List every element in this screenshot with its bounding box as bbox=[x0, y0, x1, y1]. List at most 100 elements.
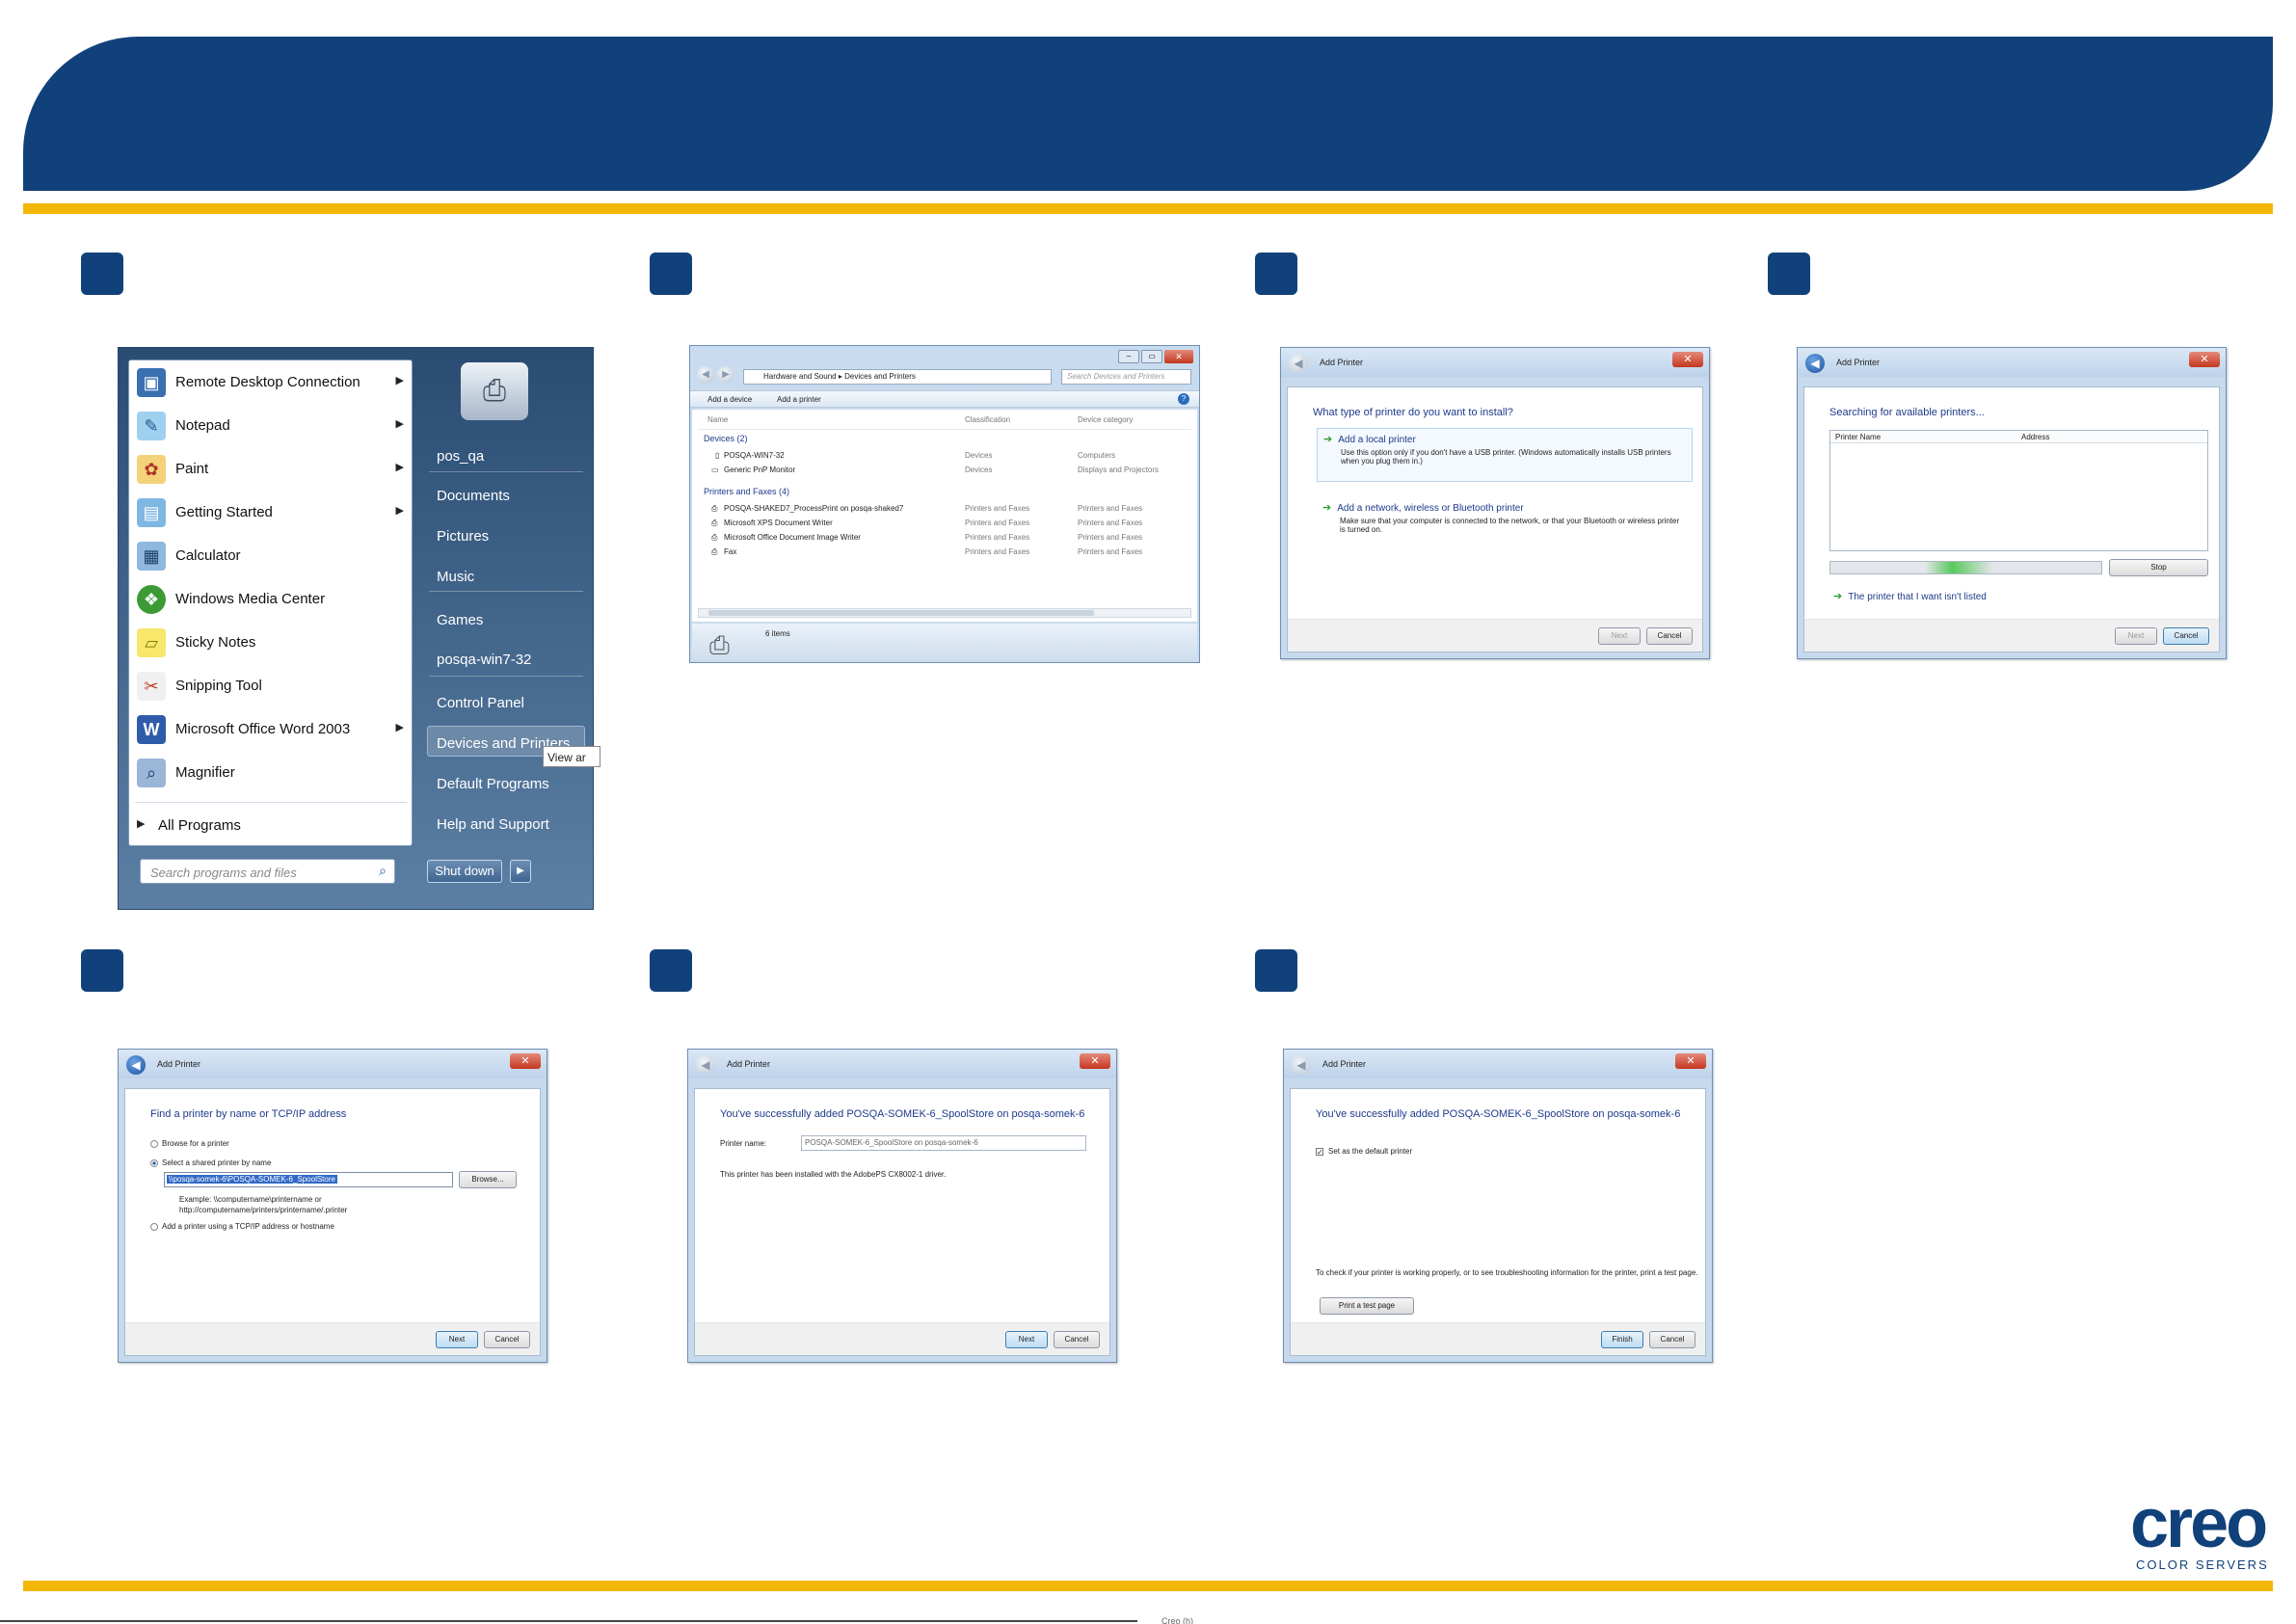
shutdown-options-icon[interactable]: ▶ bbox=[510, 860, 531, 883]
program-magnifier[interactable]: ⌕ Magnifier bbox=[129, 751, 414, 794]
shared-printer-input[interactable]: \\posqa-somek-6\POSQA-SOMEK-6_SpoolStore bbox=[164, 1172, 453, 1187]
step-marker-5 bbox=[81, 949, 123, 992]
back-icon[interactable]: ◀ bbox=[697, 366, 714, 384]
menu-music[interactable]: Music bbox=[437, 569, 474, 585]
menu-games[interactable]: Games bbox=[437, 612, 483, 628]
menu-computer[interactable]: posqa-win7-32 bbox=[437, 652, 531, 668]
step-marker-3 bbox=[1255, 253, 1297, 295]
snipping-tool-icon: ✂ bbox=[137, 672, 166, 701]
printer-icon: ⎙ bbox=[711, 504, 718, 513]
radio-shared[interactable]: Select a shared printer by name bbox=[150, 1158, 271, 1167]
cancel-button[interactable]: Cancel bbox=[1646, 627, 1693, 645]
program-getting-started[interactable]: ▤ Getting Started ▶ bbox=[129, 491, 414, 534]
next-button[interactable]: Next bbox=[436, 1331, 478, 1348]
menu-documents[interactable]: Documents bbox=[437, 488, 510, 504]
program-remote-desktop[interactable]: ▣ Remote Desktop Connection ▶ bbox=[129, 360, 414, 404]
dialog-footer: Next Cancel bbox=[1288, 619, 1702, 652]
back-icon[interactable]: ◀ bbox=[696, 1055, 715, 1075]
program-notepad[interactable]: ✎ Notepad ▶ bbox=[129, 404, 414, 447]
column-header-name[interactable]: Name bbox=[707, 415, 728, 424]
printer-not-listed-link[interactable]: ➔ The printer that I want isn't listed bbox=[1833, 590, 1987, 602]
titlebar: ◀ Add Printer ✕ bbox=[119, 1050, 547, 1078]
dialog-body: You've successfully added POSQA-SOMEK-6_… bbox=[694, 1088, 1110, 1356]
menu-user-name[interactable]: pos_qa bbox=[437, 448, 484, 465]
print-test-page-button[interactable]: Print a test page bbox=[1320, 1297, 1414, 1315]
horizontal-scrollbar[interactable] bbox=[698, 608, 1191, 618]
getting-started-icon: ▤ bbox=[137, 498, 166, 527]
minimize-icon[interactable]: – bbox=[1118, 350, 1139, 363]
add-printer-type-dialog: ◀ Add Printer ✕ What type of printer do … bbox=[1280, 347, 1710, 659]
radio-browse[interactable]: Browse for a printer bbox=[150, 1139, 229, 1148]
dialog-footer: Next Cancel bbox=[1804, 619, 2219, 652]
column-header-classification[interactable]: Classification bbox=[965, 415, 1010, 424]
user-picture[interactable]: ⎙ bbox=[461, 362, 528, 420]
add-printer-added-dialog: ◀ Add Printer ✕ You've successfully adde… bbox=[687, 1049, 1117, 1363]
column-header-address[interactable]: Address bbox=[2021, 433, 2049, 441]
shutdown-button[interactable]: Shut down bbox=[427, 860, 502, 883]
stop-button[interactable]: Stop bbox=[2109, 559, 2208, 576]
cancel-button[interactable]: Cancel bbox=[484, 1331, 530, 1348]
explorer-search-input[interactable]: Search Devices and Printers bbox=[1061, 369, 1191, 385]
program-word[interactable]: W Microsoft Office Word 2003 ▶ bbox=[129, 707, 414, 751]
close-icon[interactable]: ✕ bbox=[510, 1053, 541, 1069]
close-icon[interactable]: ✕ bbox=[1675, 1053, 1706, 1069]
scrollbar-thumb[interactable] bbox=[708, 610, 1094, 616]
cancel-button[interactable]: Cancel bbox=[1054, 1331, 1100, 1348]
add-device-button[interactable]: Add a device bbox=[707, 395, 752, 404]
option-local-printer[interactable]: ➔ Add a local printer Use this option onl… bbox=[1317, 428, 1693, 482]
radio-tcp[interactable]: Add a printer using a TCP/IP address or … bbox=[150, 1222, 334, 1231]
printer-results-list[interactable]: Printer Name Address bbox=[1829, 430, 2208, 551]
column-header-category[interactable]: Device category bbox=[1078, 415, 1133, 424]
maximize-icon[interactable]: ▭ bbox=[1141, 350, 1162, 363]
add-printer-button[interactable]: Add a printer bbox=[777, 395, 821, 404]
close-icon[interactable]: ✕ bbox=[2189, 352, 2220, 367]
dialog-footer: Finish Cancel bbox=[1291, 1322, 1705, 1355]
forward-icon[interactable]: ▶ bbox=[717, 366, 734, 384]
magnifier-icon: ⌕ bbox=[137, 759, 166, 787]
close-icon[interactable]: ✕ bbox=[1164, 350, 1193, 363]
close-icon[interactable]: ✕ bbox=[1080, 1053, 1110, 1069]
back-icon[interactable]: ◀ bbox=[1292, 1055, 1311, 1075]
divider bbox=[429, 471, 583, 472]
default-printer-checkbox[interactable]: ✓ Set as the default printer bbox=[1316, 1147, 1412, 1156]
printer-name-field[interactable]: POSQA-SOMEK-6_SpoolStore on posqa-somek-… bbox=[801, 1135, 1086, 1151]
back-icon[interactable]: ◀ bbox=[126, 1055, 146, 1075]
creo-logo: creo bbox=[2130, 1485, 2268, 1562]
start-menu-programs: ▣ Remote Desktop Connection ▶ ✎ Notepad … bbox=[128, 359, 413, 846]
all-programs[interactable]: ▶ All Programs bbox=[129, 804, 414, 847]
help-icon[interactable]: ? bbox=[1178, 393, 1189, 405]
next-button[interactable]: Next bbox=[2115, 627, 2157, 645]
menu-pictures[interactable]: Pictures bbox=[437, 528, 489, 545]
step-marker-2 bbox=[650, 253, 692, 295]
program-calculator[interactable]: ▦ Calculator bbox=[129, 534, 414, 577]
browse-button[interactable]: Browse... bbox=[459, 1171, 517, 1188]
back-icon[interactable]: ◀ bbox=[1805, 354, 1825, 373]
step-marker-7 bbox=[1255, 949, 1297, 992]
close-icon[interactable]: ✕ bbox=[1672, 352, 1703, 367]
program-paint[interactable]: ✿ Paint ▶ bbox=[129, 447, 414, 491]
address-bar[interactable]: Hardware and Sound ▸ Devices and Printer… bbox=[743, 369, 1052, 385]
search-input[interactable]: Search programs and files ⌕ bbox=[140, 859, 395, 884]
program-sticky-notes[interactable]: ▱ Sticky Notes bbox=[129, 621, 414, 664]
next-button[interactable]: Next bbox=[1598, 627, 1641, 645]
group-devices[interactable]: Devices (2) bbox=[704, 434, 748, 443]
program-media-center[interactable]: ❖ Windows Media Center bbox=[129, 577, 414, 621]
search-icon: ⌕ bbox=[379, 863, 387, 878]
cancel-button[interactable]: Cancel bbox=[1649, 1331, 1695, 1348]
group-printers[interactable]: Printers and Faxes (4) bbox=[704, 487, 789, 496]
cancel-button[interactable]: Cancel bbox=[2163, 627, 2209, 645]
dialog-body: Find a printer by name or TCP/IP address… bbox=[124, 1088, 541, 1356]
next-button[interactable]: Next bbox=[1005, 1331, 1048, 1348]
option-network-printer[interactable]: ➔ Add a network, wireless or Bluetooth pr… bbox=[1317, 497, 1693, 546]
finish-button[interactable]: Finish bbox=[1601, 1331, 1643, 1348]
back-icon[interactable]: ◀ bbox=[1289, 354, 1308, 373]
program-snipping-tool[interactable]: ✂ Snipping Tool bbox=[129, 664, 414, 707]
dialog-body: You've successfully added POSQA-SOMEK-6_… bbox=[1290, 1088, 1706, 1356]
list-header: Printer Name Address bbox=[1830, 431, 2207, 443]
menu-default-programs[interactable]: Default Programs bbox=[437, 776, 549, 792]
menu-control-panel[interactable]: Control Panel bbox=[437, 695, 524, 711]
column-header-name[interactable]: Printer Name bbox=[1835, 433, 1881, 441]
titlebar: ◀ Add Printer ✕ bbox=[1798, 348, 2226, 377]
device-list: Name Classification Device category Devi… bbox=[692, 410, 1197, 622]
menu-help-support[interactable]: Help and Support bbox=[437, 816, 549, 833]
